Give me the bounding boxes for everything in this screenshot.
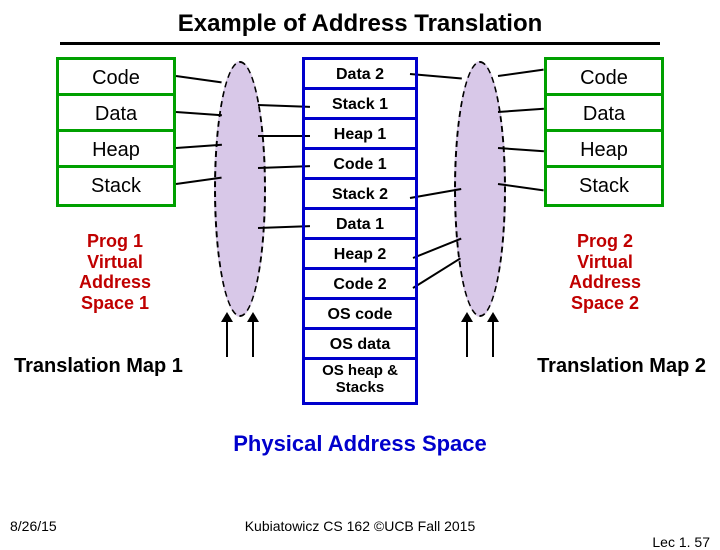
label-line: Prog 1 (87, 231, 143, 251)
vas-cell: Heap (547, 132, 661, 168)
footer-lecture: Lec 1. 57 (652, 534, 710, 550)
label-line: Prog 2 (577, 231, 633, 251)
vas-cell: Stack (547, 168, 661, 204)
phys-cell: Data 2 (305, 60, 415, 90)
map-line (413, 238, 462, 259)
vas-cell: Code (547, 60, 661, 96)
label-line: Space 1 (81, 293, 149, 313)
arrow-up-icon (492, 319, 494, 357)
label-line: Virtual (577, 252, 633, 272)
vas-cell: Data (547, 96, 661, 132)
map-line (498, 69, 544, 77)
diagram-area: Code Data Heap Stack Prog 1 Virtual Addr… (0, 51, 720, 471)
translation-ellipse-right (454, 61, 506, 317)
phys-cell: OS code (305, 300, 415, 330)
phys-cell: Heap 1 (305, 120, 415, 150)
prog2-address-space: Code Data Heap Stack (544, 57, 664, 207)
arrow-up-icon (252, 319, 254, 357)
phys-cell: Data 1 (305, 210, 415, 240)
phys-cell: OS heap & Stacks (305, 360, 415, 402)
label-line: Virtual (87, 252, 143, 272)
vas-cell: Heap (59, 132, 173, 168)
phys-cell: Heap 2 (305, 240, 415, 270)
label-line: Space 2 (571, 293, 639, 313)
map-line (412, 257, 461, 288)
phys-cell: Stack 2 (305, 180, 415, 210)
phys-cell: Code 1 (305, 150, 415, 180)
footer-date: 8/26/15 (10, 518, 57, 534)
map-line (176, 111, 222, 116)
title-underline (60, 42, 660, 45)
translation-map-1-label: Translation Map 1 (14, 355, 183, 378)
map-line (498, 108, 544, 113)
prog2-label: Prog 2 Virtual Address Space 2 (540, 231, 670, 314)
phys-cell: Code 2 (305, 270, 415, 300)
translation-ellipse-left (214, 61, 266, 317)
label-line: Address (569, 272, 641, 292)
page-title: Example of Address Translation (0, 0, 720, 42)
arrow-up-icon (466, 319, 468, 357)
prog1-label: Prog 1 Virtual Address Space 1 (50, 231, 180, 314)
physical-address-space: Data 2 Stack 1 Heap 1 Code 1 Stack 2 Dat… (302, 57, 418, 405)
phys-cell: OS data (305, 330, 415, 360)
physical-space-label: Physical Address Space (210, 431, 510, 457)
translation-map-2-label: Translation Map 2 (537, 355, 706, 378)
vas-cell: Stack (59, 168, 173, 204)
footer-center: Kubiatowicz CS 162 ©UCB Fall 2015 (0, 518, 720, 534)
arrow-up-icon (226, 319, 228, 357)
label-line: Address (79, 272, 151, 292)
vas-cell: Code (59, 60, 173, 96)
map-line (176, 75, 222, 83)
prog1-address-space: Code Data Heap Stack (56, 57, 176, 207)
phys-cell-text: OS heap & Stacks (322, 363, 398, 396)
phys-cell: Stack 1 (305, 90, 415, 120)
vas-cell: Data (59, 96, 173, 132)
footer: 8/26/15 Kubiatowicz CS 162 ©UCB Fall 201… (0, 518, 720, 534)
